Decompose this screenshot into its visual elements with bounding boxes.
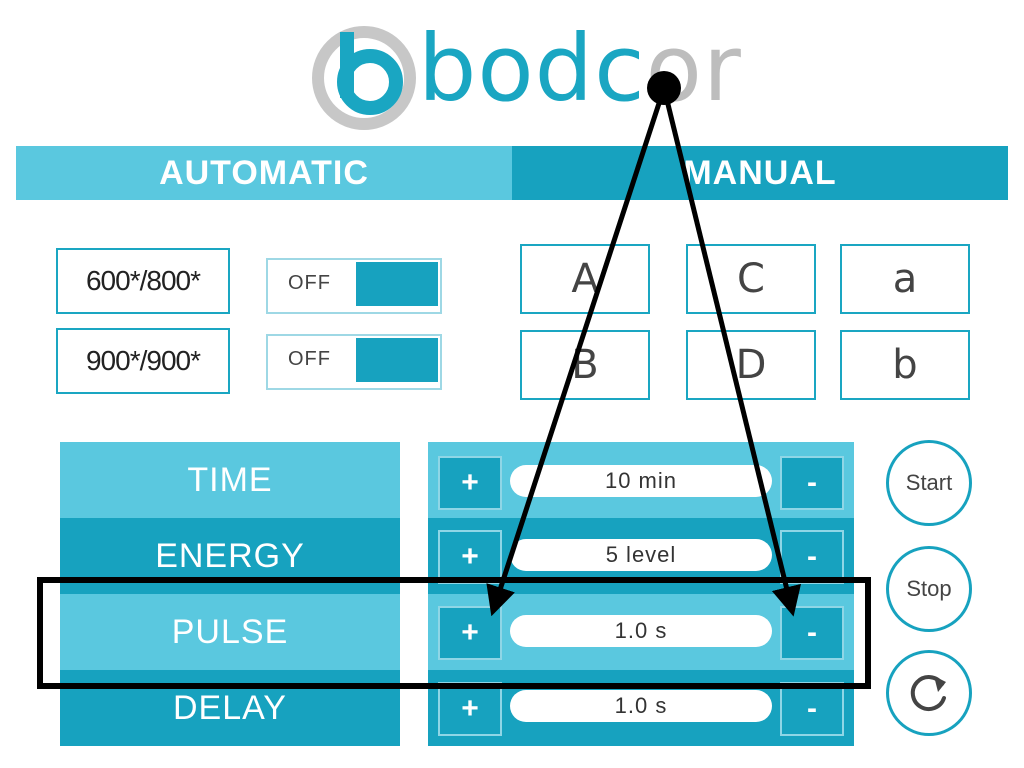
energy-value: 5 level: [510, 539, 772, 571]
delay-plus-button[interactable]: +: [438, 682, 502, 736]
energy-minus-button[interactable]: -: [780, 530, 844, 584]
preset-600-800[interactable]: 600*/800*: [56, 248, 230, 314]
time-plus-button[interactable]: +: [438, 456, 502, 510]
param-label-energy: ENERGY: [60, 518, 400, 594]
stop-button[interactable]: Stop: [886, 546, 972, 632]
toggle-label: OFF: [288, 272, 331, 294]
toggle-knob: [356, 338, 438, 382]
preset-900-900[interactable]: 900*/900*: [56, 328, 230, 394]
start-button[interactable]: Start: [886, 440, 972, 526]
pulse-minus-button[interactable]: -: [780, 606, 844, 660]
toggle-knob: [356, 262, 438, 306]
time-minus-button[interactable]: -: [780, 456, 844, 510]
refresh-icon: [910, 675, 946, 712]
letter-button-a[interactable]: a: [840, 244, 970, 314]
letter-button-A[interactable]: A: [520, 244, 650, 314]
toggle-preset-1[interactable]: OFF: [266, 258, 442, 314]
letter-button-b[interactable]: b: [840, 330, 970, 400]
logo: bodcor: [300, 14, 741, 134]
logo-text-faded: or: [645, 15, 742, 122]
param-label-pulse: PULSE: [60, 594, 400, 670]
letter-button-D[interactable]: D: [686, 330, 816, 400]
pulse-value: 1.0 s: [510, 615, 772, 647]
energy-plus-button[interactable]: +: [438, 530, 502, 584]
logo-text-main: bodc: [418, 15, 646, 122]
toggle-label: OFF: [288, 348, 331, 370]
letter-button-B[interactable]: B: [520, 330, 650, 400]
time-value: 10 min: [510, 465, 772, 497]
delay-minus-button[interactable]: -: [780, 682, 844, 736]
logo-mark-icon: [312, 26, 416, 130]
toggle-preset-2[interactable]: OFF: [266, 334, 442, 390]
pulse-plus-button[interactable]: +: [438, 606, 502, 660]
tab-manual[interactable]: MANUAL: [512, 146, 1008, 200]
delay-value: 1.0 s: [510, 690, 772, 722]
tab-automatic[interactable]: AUTOMATIC: [16, 146, 512, 200]
reset-button[interactable]: [886, 650, 972, 736]
param-label-time: TIME: [60, 442, 400, 518]
logo-text: bodcor: [418, 14, 742, 124]
param-label-delay: DELAY: [60, 670, 400, 746]
letter-button-C[interactable]: C: [686, 244, 816, 314]
